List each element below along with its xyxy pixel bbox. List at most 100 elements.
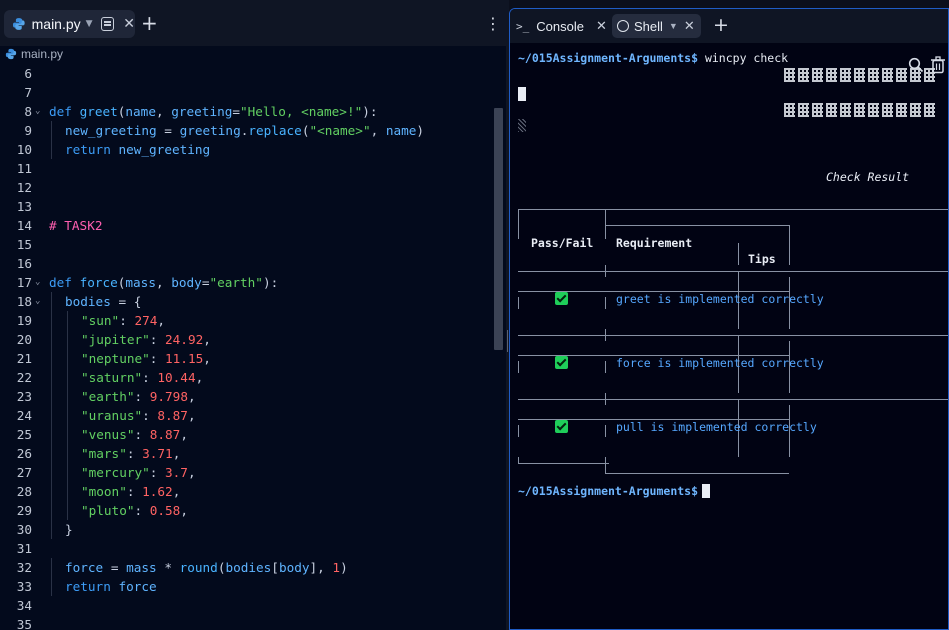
code-line[interactable]: 6 [0, 64, 494, 83]
code-token: greet [79, 104, 118, 119]
code-line[interactable]: 23 "earth": 9.798, [0, 387, 494, 406]
code-token: "mars" [81, 446, 127, 461]
breadcrumb-file[interactable]: main.py [21, 47, 63, 61]
indent-guide [67, 482, 68, 501]
indent-guide [67, 425, 68, 444]
indent-guide [67, 349, 68, 368]
close-icon[interactable]: ✕ [123, 16, 135, 32]
code-token: , [155, 275, 172, 290]
indent-guide [67, 330, 68, 349]
code-line[interactable]: 32 force = mass * round(bodies[body], 1) [0, 558, 494, 577]
table-border [518, 361, 519, 373]
table-border [518, 425, 519, 437]
code-editor[interactable]: 6 7 8 ⌄ def greet(name, greeting="Hello, <na… [0, 64, 494, 630]
line-number: 7 [24, 85, 32, 100]
code-token: : [142, 370, 158, 385]
code-line[interactable]: 9 new_greeting = greeting.replace("<name>… [0, 121, 494, 140]
code-token: name [385, 123, 417, 138]
fold-chevron-icon[interactable]: ⌄ [35, 292, 40, 311]
pass-check-icon [555, 356, 568, 369]
code-line[interactable]: 14 # TASK2 [0, 216, 494, 235]
code-token: = [232, 104, 240, 119]
code-line[interactable]: 34 [0, 596, 494, 615]
code-token: 11.15 [165, 351, 204, 366]
tab-shell[interactable]: Shell ▼ ✕ [612, 14, 701, 38]
code-token: mass [125, 275, 156, 290]
breadcrumb: main.py [0, 46, 506, 62]
fold-chevron-icon[interactable]: ⌄ [35, 273, 40, 292]
code-text: def greet(name, greeting="Hello, <name>!… [49, 102, 378, 121]
line-number: 16 [16, 256, 32, 271]
code-token: new_greeting [65, 123, 157, 138]
resize-handle[interactable] [507, 330, 508, 352]
code-token: : [126, 446, 143, 461]
code-text: "venus": 8.87, [81, 425, 188, 444]
code-line[interactable]: 15 [0, 235, 494, 254]
add-console-tab-button[interactable]: + [713, 15, 729, 35]
tab-console[interactable]: >_ Console ✕ [516, 14, 607, 38]
more-options-icon[interactable]: ⋮ [485, 14, 501, 33]
code-token: force [79, 275, 118, 290]
indent-guide [51, 425, 52, 444]
line-number: 19 [16, 313, 32, 328]
code-line[interactable]: 28 "moon": 1.62, [0, 482, 494, 501]
code-token: body [171, 275, 202, 290]
code-line[interactable]: 19 "sun": 274, [0, 311, 494, 330]
indent-guide [51, 463, 52, 482]
code-line[interactable]: 7 [0, 83, 494, 102]
code-line[interactable]: 12 [0, 178, 494, 197]
code-token: ): [262, 275, 279, 290]
code-line[interactable]: 13 [0, 197, 494, 216]
code-line[interactable]: 10 return new_greeting [0, 140, 494, 159]
indent-guide [51, 121, 52, 140]
code-line[interactable]: 18 ⌄ bodies = { [0, 292, 494, 311]
code-line[interactable]: 16 [0, 254, 494, 273]
chevron-down-icon[interactable]: ▼ [669, 21, 678, 31]
code-token: 3.71 [142, 446, 173, 461]
line-number: 28 [16, 484, 32, 499]
code-line[interactable]: 21 "neptune": 11.15, [0, 349, 494, 368]
table-border [605, 473, 789, 474]
line-number: 12 [16, 180, 32, 195]
code-line[interactable]: 35 [0, 615, 494, 630]
code-line[interactable]: 31 [0, 539, 494, 558]
code-line[interactable]: 29 "pluto": 0.58, [0, 501, 494, 520]
code-line[interactable]: 27 "mercury": 3.7, [0, 463, 494, 482]
line-number: 20 [16, 332, 32, 347]
code-line[interactable]: 17 ⌄ def force(mass, body="earth"): [0, 273, 494, 292]
code-token: , [370, 123, 386, 138]
close-icon[interactable]: ✕ [684, 18, 695, 34]
line-number: 23 [16, 389, 32, 404]
code-line[interactable]: 24 "uranus": 8.87, [0, 406, 494, 425]
line-number: 27 [16, 465, 32, 480]
code-line[interactable]: 20 "jupiter": 24.92, [0, 330, 494, 349]
document-icon[interactable] [100, 17, 115, 31]
add-tab-button[interactable]: + [141, 13, 158, 33]
code-token: bodies [65, 294, 111, 309]
code-token: "sun" [81, 313, 120, 328]
terminal-output[interactable]: ~/015Assignment-Arguments$ wincpy check … [510, 43, 948, 629]
terminal-final-prompt-line: ~/015Assignment-Arguments$ [518, 484, 711, 498]
code-line[interactable]: 11 [0, 159, 494, 178]
search-icon[interactable] [908, 57, 924, 73]
fold-chevron-icon[interactable]: ⌄ [35, 102, 40, 121]
close-icon[interactable]: ✕ [596, 18, 607, 34]
code-line[interactable]: 8 ⌄ def greet(name, greeting="Hello, <name… [0, 102, 494, 121]
file-tab-main-py[interactable]: main.py ▼ ✕ [4, 10, 135, 38]
code-line[interactable]: 26 "mars": 3.71, [0, 444, 494, 463]
code-text: def force(mass, body="earth"): [49, 273, 278, 292]
chevron-down-icon[interactable]: ▼ [86, 19, 93, 29]
code-line[interactable]: 22 "saturn": 10.44, [0, 368, 494, 387]
code-line[interactable]: 33 return force [0, 577, 494, 596]
line-number: 15 [16, 237, 32, 252]
indent-guide [51, 387, 52, 406]
code-line[interactable]: 30} [0, 520, 494, 539]
code-text: "mercury": 3.7, [81, 463, 196, 482]
pass-check-icon [555, 292, 568, 305]
code-text: # TASK2 [49, 216, 102, 235]
code-line[interactable]: 25 "venus": 8.87, [0, 425, 494, 444]
trash-icon[interactable] [930, 56, 946, 74]
code-token: replace [248, 123, 302, 138]
code-token: 3.7 [165, 465, 188, 480]
editor-scrollbar[interactable] [494, 108, 503, 350]
